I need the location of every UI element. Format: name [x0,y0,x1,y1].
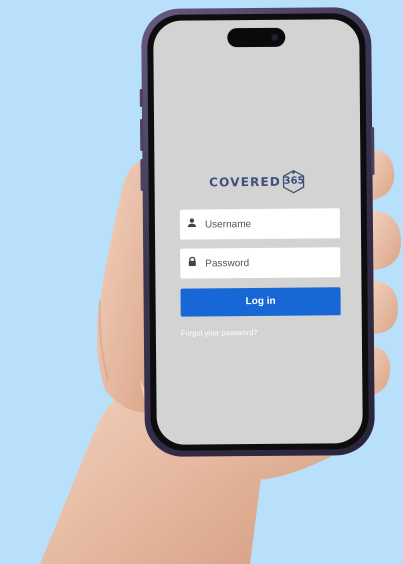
dynamic-island [227,27,286,48]
user-icon [187,218,197,228]
phone-bezel: COVERED 365 Username Log in Forgot your … [147,13,369,451]
side-button [371,126,375,176]
hexagon-badge-icon: 365 [282,169,306,194]
logo-number: 365 [283,175,305,187]
camera-icon [271,33,279,41]
password-input[interactable] [205,256,326,269]
lock-icon [188,256,196,267]
logo-text: COVERED [209,174,282,190]
username-input[interactable] [204,217,325,230]
brand-logo: COVERED 365 [154,169,360,195]
side-button [140,158,144,192]
login-screen: COVERED 365 Username Log in Forgot your … [153,19,363,445]
login-button[interactable]: Log in [180,287,341,317]
username-field[interactable] [179,208,341,240]
side-button [140,118,144,152]
password-field[interactable] [180,247,341,279]
forgot-password-link[interactable]: Forgot your password? [181,328,258,338]
side-button [139,89,143,108]
phone-device: COVERED 365 Username Log in Forgot your … [139,7,375,457]
